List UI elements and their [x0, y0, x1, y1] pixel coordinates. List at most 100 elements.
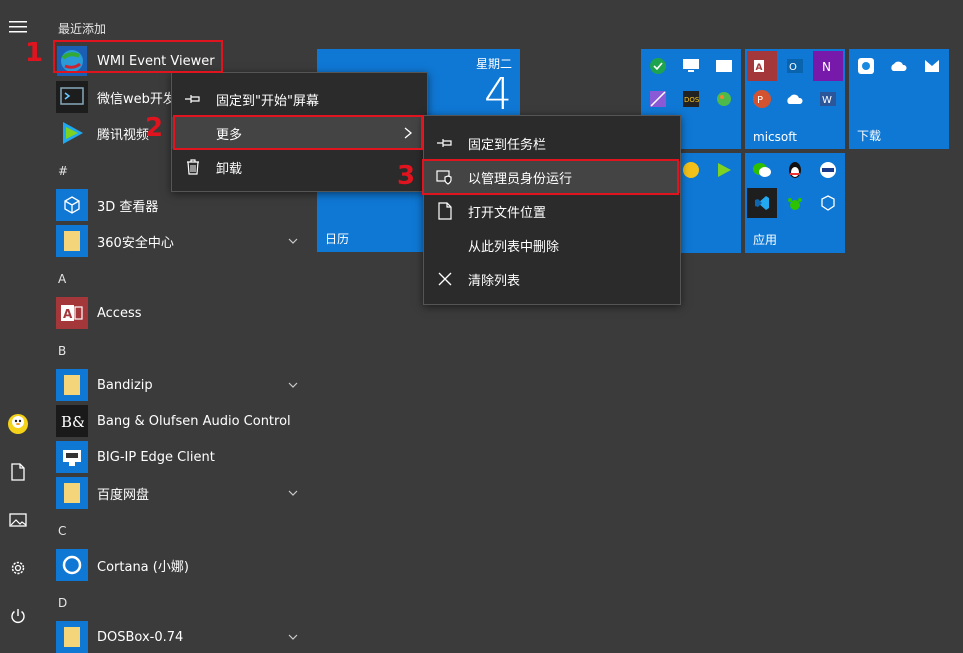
app-label: 百度网盘 — [97, 487, 150, 503]
power-icon[interactable] — [6, 604, 30, 628]
video-play-icon — [709, 155, 739, 185]
chevron-down-icon[interactable] — [286, 486, 300, 500]
settings-gear-icon[interactable] — [6, 556, 30, 580]
menu-label: 固定到任务栏 — [468, 137, 547, 153]
pin-icon — [184, 90, 202, 108]
group-letter-b[interactable]: B — [58, 344, 66, 358]
svg-text:B&O: B&O — [61, 413, 84, 431]
step-number-1: 1 — [25, 38, 44, 68]
hamburger-menu-icon[interactable] — [6, 15, 30, 39]
chevron-down-icon[interactable] — [286, 378, 300, 392]
tencent-video-icon — [56, 117, 88, 149]
app-store-icon — [851, 51, 881, 81]
dosbox-icon: DOS — [676, 84, 706, 114]
wechat-icon — [747, 155, 777, 185]
step-number-2: 2 — [145, 113, 164, 143]
group-letter-d[interactable]: D — [58, 596, 67, 610]
menu-item-pin-start[interactable]: 固定到"开始"屏幕 — [172, 83, 427, 115]
step-number-3: 3 — [397, 161, 416, 191]
start-rail — [0, 0, 36, 639]
cube-tile-icon — [813, 188, 843, 218]
app-label: BIG-IP Edge Client — [97, 449, 215, 465]
highlight-box-1 — [53, 40, 223, 73]
menu-item-uninstall[interactable]: 卸载 — [172, 151, 427, 183]
svg-text:DOS: DOS — [684, 96, 700, 104]
app-label: 腾讯视频 — [97, 127, 150, 143]
pin-icon — [436, 134, 454, 152]
file-icon — [436, 202, 454, 220]
highlight-box-3 — [422, 159, 679, 195]
menu-label: 卸载 — [216, 161, 243, 177]
highlight-box-2 — [173, 115, 423, 150]
submenu-item-open-location[interactable]: 打开文件位置 — [424, 195, 680, 227]
trash-icon — [184, 158, 202, 176]
network-plug-icon — [56, 441, 88, 473]
vscode-icon — [747, 188, 777, 218]
svg-text:A: A — [756, 63, 763, 73]
cloud-icon — [884, 51, 914, 81]
app-item-bang-olufsen[interactable]: B&O Bang & Olufsen Audio Control — [56, 405, 300, 437]
calendar-label: 日历 — [325, 232, 350, 246]
menu-label: 清除列表 — [468, 273, 521, 289]
app-label: Access — [97, 305, 142, 321]
monitor-icon — [676, 51, 706, 81]
pictures-icon[interactable] — [6, 508, 30, 532]
access-tile-icon: A — [747, 51, 777, 81]
qq-penguin-icon — [780, 155, 810, 185]
folder-icon — [56, 477, 88, 509]
app-label: Bandizip — [97, 377, 153, 393]
svg-text:N: N — [822, 60, 831, 74]
svg-text:W: W — [822, 95, 832, 106]
app-label: Bang & Olufsen Audio Control — [97, 413, 291, 429]
flag-app-icon — [813, 155, 843, 185]
app-item-access[interactable]: A Access — [56, 297, 300, 329]
close-icon — [436, 270, 454, 288]
app-label: 微信web开发 — [97, 91, 176, 107]
spacer-icon — [436, 236, 454, 254]
chevron-down-icon[interactable] — [286, 234, 300, 248]
app-item-baidu-netdisk[interactable]: 百度网盘 — [56, 477, 300, 509]
menu-label: 打开文件位置 — [468, 205, 547, 221]
submenu-item-clear-list[interactable]: 清除列表 — [424, 263, 680, 295]
group-letter-a[interactable]: A — [58, 272, 66, 286]
user-avatar-icon[interactable] — [6, 412, 30, 436]
app-item-big-ip[interactable]: BIG-IP Edge Client — [56, 441, 300, 473]
green-paw-icon — [780, 188, 810, 218]
group-letter-c[interactable]: C — [58, 524, 66, 538]
chevron-down-icon[interactable] — [286, 630, 300, 644]
onedrive-icon — [780, 84, 810, 114]
recent-header: 最近添加 — [58, 22, 107, 36]
apps-label: 应用 — [753, 233, 778, 247]
terminal-app-icon — [56, 81, 88, 113]
white-app-icon — [709, 51, 739, 81]
calendar-day: 4 — [484, 69, 512, 120]
svg-text:P: P — [757, 95, 763, 106]
onenote-icon: N — [813, 51, 843, 81]
app-item-3d-viewer[interactable]: 3D 查看器 — [56, 189, 300, 221]
documents-icon[interactable] — [6, 460, 30, 484]
bo-logo-icon: B&O — [56, 405, 88, 437]
paint-app-icon — [709, 84, 739, 114]
app-item-cortana[interactable]: Cortana (小娜) — [56, 549, 300, 581]
cube-icon — [56, 189, 88, 221]
svg-text:O: O — [789, 62, 797, 73]
pattern-app-icon — [643, 84, 673, 114]
app-item-dosbox[interactable]: DOSBox-0.74 — [56, 621, 300, 653]
menu-label: 固定到"开始"屏幕 — [216, 93, 319, 109]
tile-group-download[interactable]: 下载 — [849, 49, 949, 149]
menu-label: 从此列表中删除 — [468, 239, 560, 255]
folder-icon — [56, 621, 88, 653]
tile-group-apps[interactable]: 应用 — [745, 153, 845, 253]
svg-text:A: A — [63, 307, 73, 321]
submenu-item-remove-from-list[interactable]: 从此列表中删除 — [424, 229, 680, 261]
app-item-360-security[interactable]: 360安全中心 — [56, 225, 300, 257]
outlook-icon: O — [780, 51, 810, 81]
tile-group-micsoft[interactable]: A O N P W micsoft — [745, 49, 845, 149]
cortana-ring-icon — [56, 549, 88, 581]
group-letter-hash[interactable]: # — [58, 164, 68, 178]
submenu-item-pin-taskbar[interactable]: 固定到任务栏 — [424, 127, 680, 159]
folder-icon — [56, 225, 88, 257]
submenu: 固定到任务栏 以管理员身份运行 打开文件位置 从此列表中删除 清除列表 — [423, 115, 681, 305]
word-icon: W — [813, 84, 843, 114]
app-item-bandizip[interactable]: Bandizip — [56, 369, 300, 401]
